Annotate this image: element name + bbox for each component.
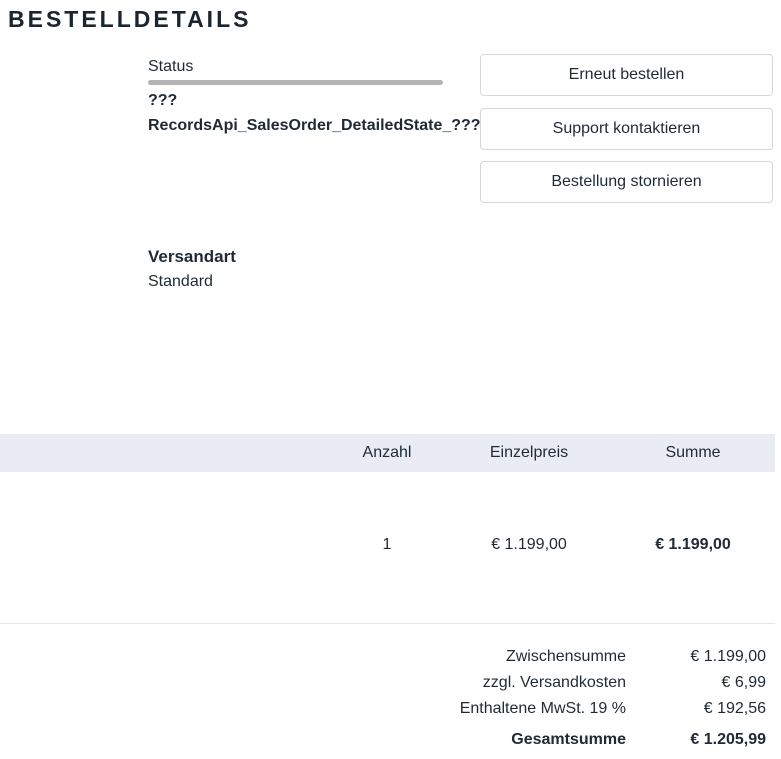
subtotal-value: € 1.199,00 — [690, 648, 766, 665]
vat-value: € 192,56 — [703, 700, 766, 717]
grand-total-label: Gesamtsumme — [511, 731, 626, 748]
shipping-method: Versandart Standard — [148, 246, 236, 292]
row-unit-price: € 1.199,00 — [491, 536, 567, 553]
status-progress-bar — [148, 80, 443, 85]
order-status: Status ??? RecordsApi_SalesOrder_Detaile… — [148, 57, 481, 135]
shipping-method-value: Standard — [148, 273, 213, 290]
order-items-table-header: Anzahl Einzelpreis Summe — [0, 434, 775, 472]
subtotal-label: Zwischensumme — [505, 648, 626, 665]
vat-label: Enthaltene MwSt. 19 % — [459, 700, 626, 717]
status-unknown-text: ??? — [148, 92, 178, 109]
summary-divider — [0, 623, 775, 624]
row-total: € 1.199,00 — [655, 536, 731, 553]
cancel-order-button[interactable]: Bestellung stornieren — [480, 161, 773, 203]
grand-total-value: € 1.205,99 — [690, 731, 766, 748]
row-quantity: 1 — [382, 536, 392, 553]
page-title: BESTELLDETAILS — [8, 6, 252, 32]
shipping-cost-label: zzgl. Versandkosten — [482, 674, 626, 691]
column-header-unit-price: Einzelpreis — [489, 444, 569, 461]
status-label: Status — [148, 58, 194, 75]
status-progress-fill — [148, 80, 443, 85]
contact-support-button[interactable]: Support kontaktieren — [480, 108, 773, 150]
column-header-total: Summe — [665, 444, 721, 461]
reorder-button[interactable]: Erneut bestellen — [480, 54, 773, 96]
shipping-method-label: Versandart — [148, 247, 236, 266]
status-state-text: RecordsApi_SalesOrder_DetailedState_??? — [148, 117, 481, 134]
shipping-cost-value: € 6,99 — [721, 674, 766, 691]
column-header-quantity: Anzahl — [362, 444, 412, 461]
